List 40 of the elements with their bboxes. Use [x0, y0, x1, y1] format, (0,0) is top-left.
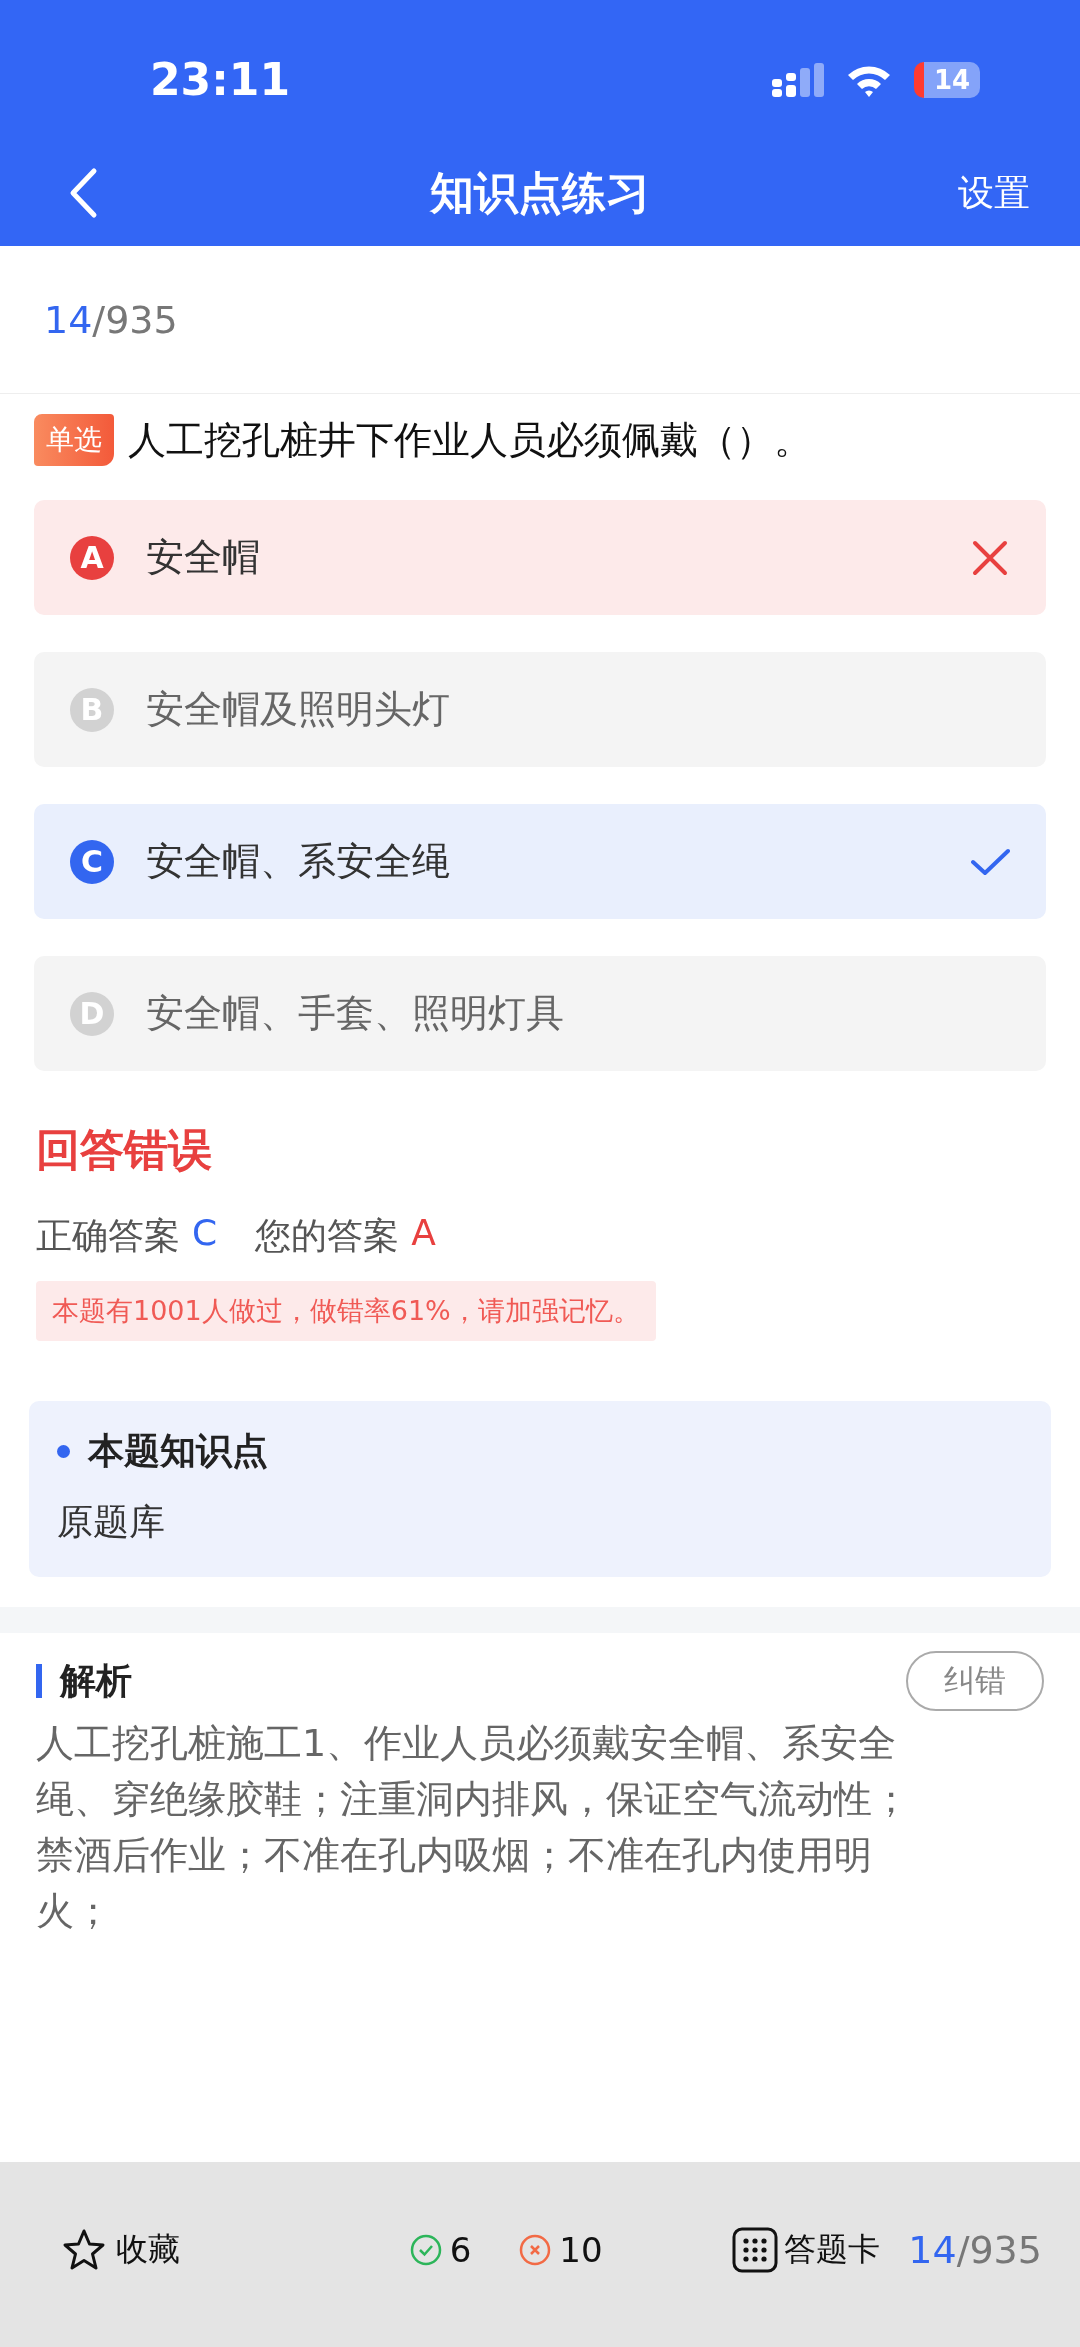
question-text: 人工挖孔桩井下作业人员必须佩戴（）。: [128, 416, 812, 464]
option-text: 安全帽、系安全绳: [146, 838, 450, 885]
analysis-text: 人工挖孔桩施工1、作业人员必须戴安全帽、系安全绳、穿绝缘胶鞋；注重洞内排风，保证空气流动性；禁酒后作业；不准在孔内吸烟；不准在孔内使用明火；: [36, 1720, 911, 1935]
question-counter: 14/935: [908, 2227, 1042, 2272]
correct-answer-value: C: [192, 1212, 218, 1255]
report-error-button[interactable]: 纠错: [906, 1651, 1044, 1711]
page-title: 知识点练习: [430, 166, 650, 218]
question-type-tag: 单选: [34, 414, 114, 466]
option-text: 安全帽及照明头灯: [146, 686, 450, 733]
cross-circle-icon: [519, 2233, 552, 2266]
status-time: 23:11: [150, 53, 291, 108]
error-rate-hint: 本题有1001人做过，做错率61%，请加强记忆。: [36, 1281, 656, 1341]
grid-icon: [732, 2226, 779, 2273]
knowledge-value: 原题库: [57, 1500, 166, 1544]
your-answer-label: 您的答案: [255, 1214, 400, 1258]
bullet-dot: [57, 1445, 70, 1458]
result-title: 回答错误: [36, 1123, 213, 1177]
option-letter: C: [70, 839, 114, 884]
answer-card-button[interactable]: 答题卡: [732, 2226, 881, 2273]
battery-level: 14: [914, 62, 980, 98]
signal-icon: [772, 63, 824, 97]
option-text: 安全帽: [146, 534, 260, 581]
check-circle-icon: [409, 2233, 442, 2266]
analysis-title: 解析: [60, 1658, 132, 1703]
option-text: 安全帽、手套、照明灯具: [146, 990, 564, 1037]
option-letter: A: [70, 535, 114, 580]
back-icon[interactable]: [68, 167, 98, 219]
settings-link[interactable]: 设置: [958, 168, 1030, 218]
favorite-button[interactable]: 收藏: [62, 2227, 180, 2272]
your-answer-value: A: [411, 1212, 436, 1255]
knowledge-title: 本题知识点: [88, 1429, 268, 1473]
question-counter: 14/935: [44, 297, 178, 342]
wifi-icon: [846, 63, 892, 97]
answer-option[interactable]: A 安全帽: [34, 500, 1046, 615]
accent-bar: [36, 1664, 42, 1698]
answer-option[interactable]: C 安全帽、系安全绳: [34, 804, 1046, 919]
wrong-count: 10: [559, 2229, 603, 2270]
star-icon: [62, 2227, 106, 2272]
correct-answer-label: 正确答案: [36, 1214, 180, 1258]
correct-count: 6: [449, 2229, 472, 2270]
